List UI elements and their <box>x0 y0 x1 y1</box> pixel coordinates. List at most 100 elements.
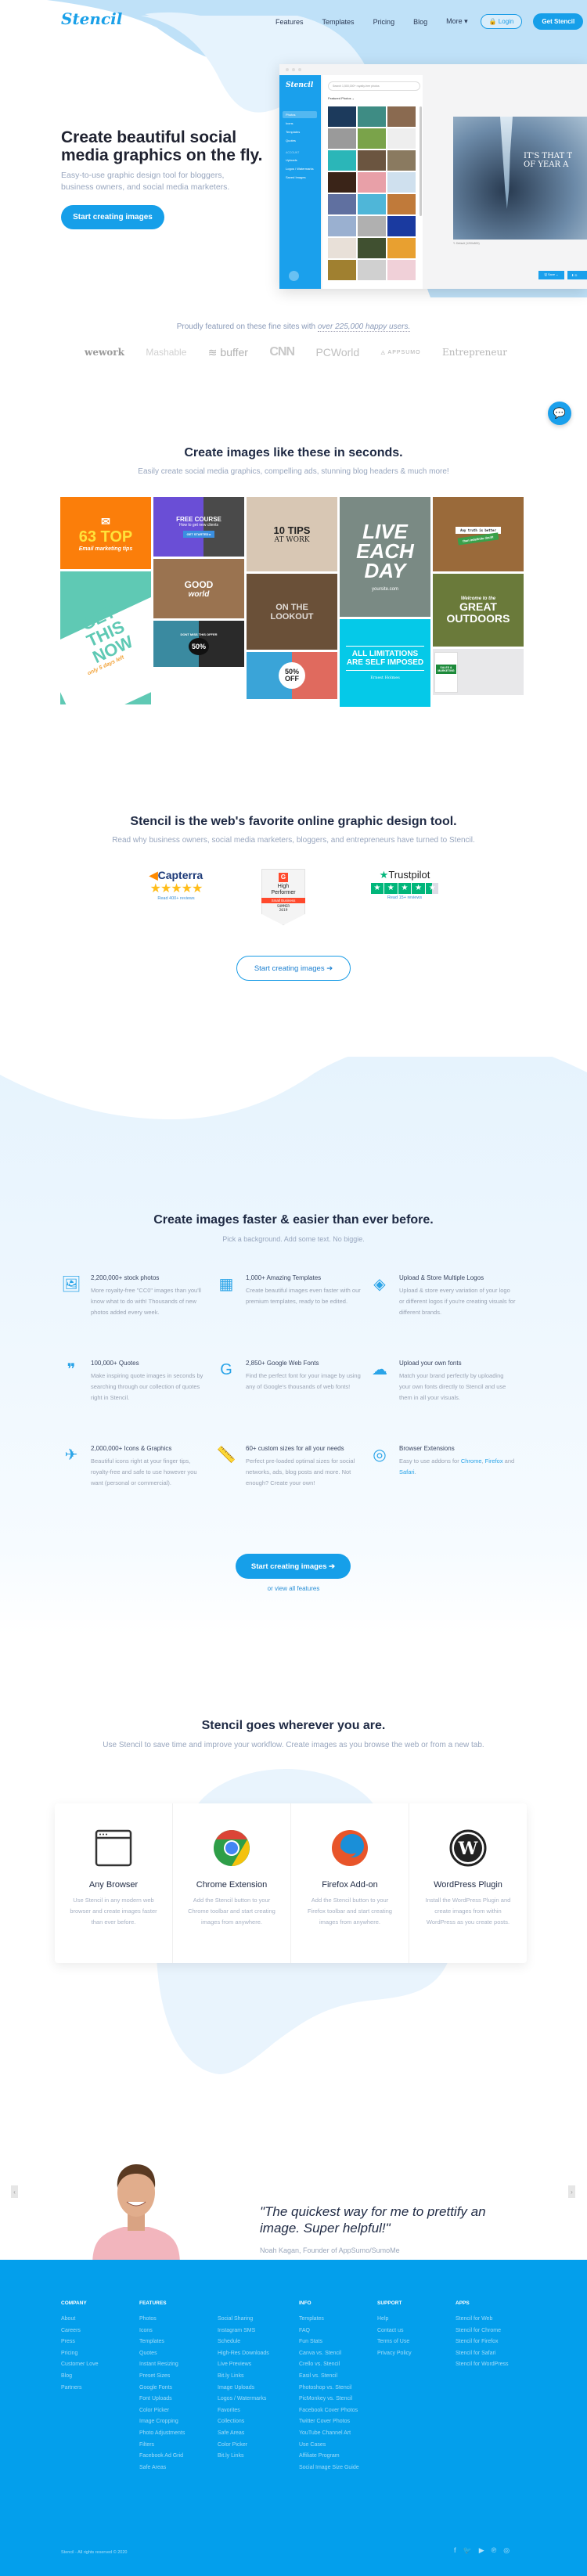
footer-link[interactable]: Filters <box>139 2440 206 2452</box>
hero-start-button[interactable]: Start creating images <box>61 205 164 229</box>
footer-link[interactable]: Affiliate Program <box>299 2451 366 2463</box>
footer-link[interactable]: Contact us <box>377 2326 444 2337</box>
footer-link[interactable]: Easil vs. Stencil <box>299 2371 366 2383</box>
footer-link[interactable]: Image Cropping <box>139 2416 206 2428</box>
footer-link[interactable]: Icons <box>139 2326 206 2337</box>
gallery-tile-great-outdoors[interactable]: Welcome to the GREAT OUTDOORS <box>433 574 524 647</box>
instagram-icon[interactable]: ◎ <box>503 2546 510 2555</box>
footer-link[interactable]: Photoshop vs. Stencil <box>299 2383 366 2394</box>
footer-link[interactable]: Templates <box>139 2336 206 2348</box>
platform-card-firefox[interactable]: Firefox Add-on Add the Stencil button to… <box>291 1803 409 1963</box>
footer-link[interactable]: Color Picker <box>139 2405 206 2417</box>
footer-link[interactable]: Partners <box>61 2383 128 2394</box>
footer-link[interactable]: Schedule <box>218 2336 284 2348</box>
footer-link[interactable]: Terms of Use <box>377 2336 444 2348</box>
trustpilot-review[interactable]: ★Trustpilot ★ ★ ★ ★ ★ Read 15+ reviews <box>369 869 440 900</box>
gallery-tile-10-tips[interactable]: 10 TIPS AT WORK <box>247 497 337 571</box>
extension-link-firefox[interactable]: Firefox <box>485 1457 503 1465</box>
extension-link-chrome[interactable]: Chrome <box>461 1457 482 1465</box>
footer-link[interactable]: Crello vs. Stencil <box>299 2359 366 2371</box>
footer-link[interactable]: Favorites <box>218 2405 284 2417</box>
gallery-tile-lookout[interactable]: ON THE LOOKOUT <box>247 574 337 650</box>
footer-link[interactable]: Stencil for Chrome <box>456 2326 522 2337</box>
footer-link[interactable]: Help <box>377 2314 444 2326</box>
nav-more-dropdown[interactable]: More ▾ <box>446 17 468 26</box>
testimonial-prev-button[interactable]: ‹ <box>11 2185 18 2198</box>
footer-link[interactable]: Customer Love <box>61 2359 128 2371</box>
capterra-review[interactable]: ◀Capterra ★★★★★ Read 400+ reviews <box>141 869 211 901</box>
footer-link[interactable]: Logos / Watermarks <box>218 2394 284 2405</box>
footer-link[interactable]: Image Uploads <box>218 2383 284 2394</box>
featured-users-link[interactable]: over 225,000 happy users. <box>317 322 411 332</box>
youtube-icon[interactable]: ▶ <box>479 2546 484 2555</box>
footer-link[interactable]: High-Res Downloads <box>218 2348 284 2360</box>
footer-link[interactable]: Press <box>61 2336 128 2348</box>
footer-link[interactable]: Social Image Size Guide <box>299 2463 366 2474</box>
facebook-icon[interactable]: f <box>454 2546 456 2555</box>
platform-card-chrome[interactable]: Chrome Extension Add the Stencil button … <box>173 1803 291 1963</box>
footer-link[interactable]: Safe Areas <box>139 2463 206 2474</box>
footer-link[interactable]: Templates <box>299 2314 366 2326</box>
footer-link[interactable]: YouTube Channel Art <box>299 2428 366 2440</box>
footer-link[interactable]: Instant Resizing <box>139 2359 206 2371</box>
nav-blog[interactable]: Blog <box>413 18 427 26</box>
features-start-button[interactable]: Start creating images ➔ <box>236 1554 351 1579</box>
footer-link[interactable]: Quotes <box>139 2348 206 2360</box>
footer-link[interactable]: Blog <box>61 2371 128 2383</box>
footer-link[interactable]: Google Fonts <box>139 2383 206 2394</box>
stencil-logo[interactable]: Stencil <box>61 9 122 28</box>
footer-link[interactable]: Photo Adjustments <box>139 2428 206 2440</box>
footer-link[interactable]: Preset Sizes <box>139 2371 206 2383</box>
footer-link[interactable]: Stencil for WordPress <box>456 2359 522 2371</box>
footer-link[interactable]: PicMonkey vs. Stencil <box>299 2394 366 2405</box>
gallery-tile-email-tips[interactable]: ✉ 63 TOP Email marketing tips <box>60 497 151 569</box>
gallery-tile-live-each-day[interactable]: LIVE EACH DAY yoursite.com <box>340 497 430 617</box>
footer-link[interactable]: Use Cases <box>299 2440 366 2452</box>
gallery-tile-limitations[interactable]: ALL LIMITATIONS ARE SELF IMPOSED Ernest … <box>340 619 430 707</box>
footer-link[interactable]: Social Sharing <box>218 2314 284 2326</box>
footer-link[interactable]: Privacy Policy <box>377 2348 444 2360</box>
gallery-tile-free-course[interactable]: FREE COURSE How to get new clients GET S… <box>153 497 244 557</box>
footer-link[interactable]: Color Picker <box>218 2440 284 2452</box>
footer-link[interactable]: Collections <box>218 2416 284 2428</box>
twitter-icon[interactable]: 🐦 <box>463 2546 472 2555</box>
footer-link[interactable]: Careers <box>61 2326 128 2337</box>
platform-card-browser[interactable]: Any Browser Use Stencil in any modern we… <box>55 1803 173 1963</box>
footer-link[interactable]: Fun Stats <box>299 2336 366 2348</box>
footer-link[interactable]: Stencil for Firefox <box>456 2336 522 2348</box>
capterra-reviews-link[interactable]: Read 400+ reviews <box>141 896 211 901</box>
gallery-tile-50-off[interactable]: 50% OFF <box>247 652 337 699</box>
pinterest-icon[interactable]: ℗ <box>492 2546 497 2555</box>
gallery-tile-good-morning[interactable]: GOOD world <box>153 559 244 618</box>
footer-link[interactable]: Stencil for Safari <box>456 2348 522 2360</box>
footer-link[interactable]: Instagram SMS <box>218 2326 284 2337</box>
platform-card-wordpress[interactable]: W WordPress Plugin Install the WordPress… <box>409 1803 527 1963</box>
footer-link[interactable]: FAQ <box>299 2326 366 2337</box>
view-all-features-link[interactable]: or view all features <box>0 1585 587 1592</box>
footer-link[interactable]: Live Previews <box>218 2359 284 2371</box>
footer-link[interactable]: Font Uploads <box>139 2394 206 2405</box>
footer-link[interactable]: Safe Areas <box>218 2428 284 2440</box>
get-stencil-button[interactable]: Get Stencil <box>533 13 584 30</box>
footer-link[interactable]: About <box>61 2314 128 2326</box>
nav-pricing[interactable]: Pricing <box>373 18 395 26</box>
gallery-tile-get-this-now[interactable]: GET THIS NOW only 5 days left <box>60 571 151 704</box>
gallery-tile-sales-marketing[interactable]: SALES & MARKETING <box>433 649 524 695</box>
footer-link[interactable]: Twitter Cover Photos <box>299 2416 366 2428</box>
extension-link-safari[interactable]: Safari <box>399 1468 415 1475</box>
footer-link[interactable]: Facebook Ad Grid <box>139 2451 206 2463</box>
footer-link[interactable]: Photos <box>139 2314 206 2326</box>
login-button[interactable]: 🔒 Login <box>480 14 523 29</box>
nav-templates[interactable]: Templates <box>322 18 355 26</box>
footer-link[interactable]: Bit.ly Links <box>218 2371 284 2383</box>
chat-widget-button[interactable]: 💬 <box>548 402 571 425</box>
nav-features[interactable]: Features <box>275 18 304 26</box>
footer-link[interactable]: Canva vs. Stencil <box>299 2348 366 2360</box>
footer-link[interactable]: Pricing <box>61 2348 128 2360</box>
footer-link[interactable]: Bit.ly Links <box>218 2451 284 2463</box>
footer-link[interactable]: Facebook Cover Photos <box>299 2405 366 2417</box>
reviews-start-button[interactable]: Start creating images ➔ <box>236 956 351 981</box>
trustpilot-reviews-link[interactable]: Read 15+ reviews <box>369 895 440 900</box>
gallery-tile-offer[interactable]: DONT MISS THIS OFFER 50% <box>153 621 244 667</box>
testimonial-next-button[interactable]: › <box>568 2185 575 2198</box>
